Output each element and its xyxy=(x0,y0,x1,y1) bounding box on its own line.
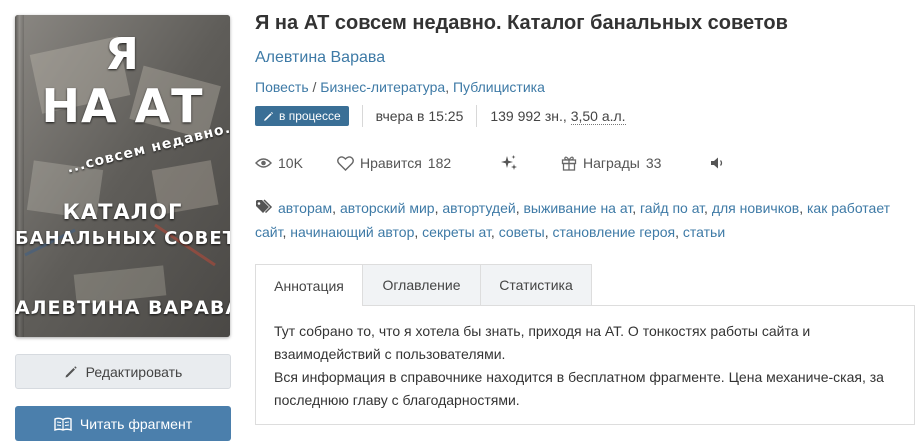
pencil-icon xyxy=(264,111,273,121)
genre-link-publicistics[interactable]: Публицистика xyxy=(453,79,545,95)
status-label: в процессе xyxy=(279,109,341,123)
tab-annotation[interactable]: Аннотация xyxy=(255,264,363,306)
tag-link[interactable]: авторский мир xyxy=(340,200,435,216)
edit-button[interactable]: Редактировать xyxy=(15,354,231,389)
genre-type-link[interactable]: Повесть xyxy=(255,79,309,95)
tag-link[interactable]: для новичков xyxy=(712,200,799,216)
tag-link[interactable]: статьи xyxy=(683,224,725,240)
tags-icon xyxy=(256,199,273,214)
awards-stat[interactable]: Награды 33 xyxy=(561,152,661,174)
size-sheets[interactable]: 3,50 а.л. xyxy=(570,108,626,125)
tag-link[interactable]: советы xyxy=(499,224,545,240)
views-count: 10K xyxy=(278,155,303,171)
heart-icon xyxy=(337,155,354,171)
likes-count: 182 xyxy=(427,155,452,171)
cover-line-4: КАТАЛОГ xyxy=(62,200,183,224)
divider xyxy=(361,105,363,127)
tags-list: авторам, авторский мир, автортудей, выжи… xyxy=(255,199,891,240)
sparkles-icon xyxy=(501,155,517,170)
gift-icon xyxy=(561,156,577,171)
book-meta: в процессе вчера в 15:25 139 992 зн., 3,… xyxy=(255,103,626,129)
author-link[interactable]: Алевтина Варава xyxy=(255,49,385,67)
annotation-paragraph: Вся информация в справочнике находится в… xyxy=(274,369,884,408)
size-chars: 139 992 зн. xyxy=(490,108,563,124)
views-stat: 10K xyxy=(255,152,303,174)
tab-contents[interactable]: Оглавление xyxy=(362,264,481,305)
cover-author: АЛЕВТИНА ВАРАВА xyxy=(15,297,230,319)
awards-label: Награды xyxy=(583,155,640,171)
updated-time: вчера в 15:25 xyxy=(375,108,464,124)
likes-label: Нравится xyxy=(360,155,422,171)
tag-link[interactable]: автортудей xyxy=(442,200,515,216)
tag-link[interactable]: начинающий автор xyxy=(290,224,414,240)
cover-line-2: НА АТ xyxy=(41,79,204,133)
cover-line-5: БАНАЛЬНЫХ СОВЕТОВ xyxy=(15,228,230,249)
tag-link[interactable]: выживание на ат xyxy=(523,200,632,216)
sparkles-button[interactable] xyxy=(500,152,518,174)
book-title: Я на АТ совсем недавно. Каталог банальны… xyxy=(255,12,788,34)
annotation-panel: Тут собрано то, что я хотела бы знать, п… xyxy=(255,305,915,425)
divider xyxy=(476,105,478,127)
eye-icon xyxy=(255,158,272,168)
speaker-icon xyxy=(711,157,723,169)
genre-separator: / xyxy=(312,79,317,95)
genre-line: Повесть / Бизнес-литература, Публицистик… xyxy=(255,79,545,95)
awards-count: 33 xyxy=(645,155,662,171)
genre-link-business[interactable]: Бизнес-литература xyxy=(320,79,445,95)
read-fragment-button[interactable]: Читать фрагмент xyxy=(15,406,231,441)
likes-stat[interactable]: Нравится 182 xyxy=(337,152,451,174)
edit-button-label: Редактировать xyxy=(85,363,183,380)
book-cover[interactable]: Я НА АТ ...совсем недавно... КАТАЛОГ БАН… xyxy=(15,15,230,337)
tab-statistics[interactable]: Статистика xyxy=(480,264,592,305)
tag-link[interactable]: авторам xyxy=(278,200,332,216)
status-badge: в процессе xyxy=(255,106,349,126)
audio-button[interactable] xyxy=(710,152,726,174)
read-fragment-label: Читать фрагмент xyxy=(79,415,193,432)
tag-link[interactable]: секреты ат xyxy=(422,224,491,240)
tag-link[interactable]: гайд по ат xyxy=(640,200,704,216)
tag-link[interactable]: становление героя xyxy=(553,224,676,240)
annotation-paragraph: Тут собрано то, что я хотела бы знать, п… xyxy=(274,323,811,362)
cover-line-1: Я xyxy=(105,29,140,80)
pencil-icon xyxy=(65,365,77,377)
open-book-icon xyxy=(54,417,72,431)
